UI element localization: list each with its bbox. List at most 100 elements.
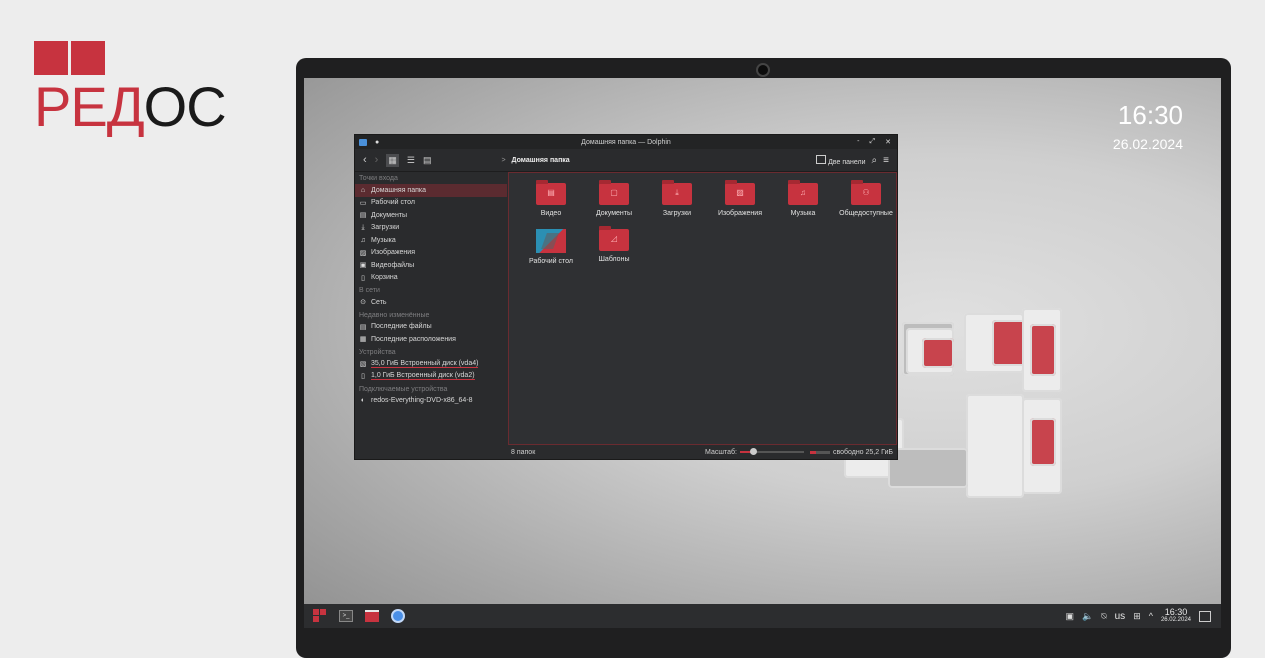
- sidebar-item[interactable]: ▯ Корзина: [355, 272, 507, 285]
- zoom-control[interactable]: Масштаб:: [705, 448, 804, 456]
- file-view[interactable]: ▤ Видео ▢ Документы ⤓ Загрузки ▨ Изображения ♫ Му…: [508, 172, 897, 445]
- folder-item[interactable]: ▤ Видео: [519, 180, 583, 217]
- power-icon[interactable]: ⍉: [1101, 611, 1106, 622]
- disk-usage-bar: [809, 450, 830, 454]
- network-header: В сети: [359, 287, 380, 294]
- sidebar-item-label: Музыка: [371, 236, 396, 244]
- tray-expand-icon[interactable]: ^: [1149, 611, 1153, 621]
- home-icon: ⌂: [360, 186, 366, 194]
- sidebar-item[interactable]: ▧ 35,0 ГиБ Встроенный диск (vda4): [355, 358, 507, 371]
- taskbar-clock[interactable]: 16:30 26.02.2024: [1161, 608, 1191, 624]
- window-titlebar[interactable]: ● Домашняя папка — Dolphin - ⤢ ✕: [355, 135, 897, 149]
- keyboard-layout[interactable]: us: [1115, 611, 1126, 622]
- folder-item[interactable]: ▨ Изображения: [708, 180, 772, 217]
- folder-icon: ⤓: [662, 180, 692, 205]
- folder-item[interactable]: ◿ Шаблоны: [582, 226, 646, 263]
- minimize-button[interactable]: -: [857, 138, 859, 146]
- sidebar-item[interactable]: ▣ Видеофайлы: [355, 259, 507, 272]
- sidebar-item[interactable]: ▯ 1,0 ГиБ Встроенный диск (vda2): [355, 370, 507, 383]
- places-header: Точки входа: [359, 175, 398, 182]
- network-tray-icon[interactable]: ⊞: [1133, 611, 1141, 622]
- folder-label: Документы: [595, 210, 633, 217]
- folder-item[interactable]: ▢ Документы: [582, 180, 646, 217]
- search-button[interactable]: ⌕: [872, 155, 878, 166]
- free-space-label: свободно 25,2 ГиБ: [832, 448, 893, 456]
- redos-menu-icon: [313, 609, 327, 623]
- compact-view-button[interactable]: ☰: [407, 155, 415, 166]
- music-icon: ♫: [360, 236, 366, 244]
- zoom-slider[interactable]: [739, 448, 804, 455]
- back-button[interactable]: ‹: [363, 154, 367, 166]
- sidebar-item-label: Сеть: [371, 298, 387, 306]
- sidebar-item[interactable]: ▤ Документы: [355, 209, 507, 222]
- app-menu-button[interactable]: [310, 606, 330, 626]
- taskbar-dolphin[interactable]: [362, 606, 382, 626]
- folder-label: Шаблоны: [598, 256, 630, 263]
- folder-count: 8 папок: [511, 448, 536, 456]
- folder-icon: [365, 610, 379, 622]
- sidebar-item[interactable]: ▭ Рабочий стол: [355, 197, 507, 210]
- folder-item[interactable]: ⚇ Общедоступные: [834, 180, 898, 217]
- show-desktop-button[interactable]: [1199, 610, 1211, 622]
- volume-icon[interactable]: 🔈: [1082, 611, 1093, 622]
- sidebar-item-label: Загрузки: [371, 224, 400, 232]
- sidebar-item[interactable]: ⊙ Сеть: [355, 296, 507, 309]
- folder-item[interactable]: Рабочий стол: [519, 229, 583, 265]
- breadcrumb-arrow-icon: >: [501, 156, 506, 164]
- logo-wordmark: РЕДОС: [34, 75, 227, 138]
- laptop-frame: 16:30 26.02.2024 ● Домашняя папка — Dolp…: [296, 58, 1231, 658]
- desktop-time: 16:30: [1117, 100, 1183, 130]
- documents-icon: ▤: [359, 212, 367, 220]
- forward-button[interactable]: ›: [375, 154, 379, 166]
- dolphin-window[interactable]: ● Домашняя папка — Dolphin - ⤢ ✕ ‹ › ▦ ☰…: [354, 134, 898, 460]
- sidebar-item[interactable]: ▤ Последние файлы: [355, 321, 507, 334]
- sidebar-item[interactable]: ▦ Последние расположения: [355, 333, 507, 346]
- maximize-button[interactable]: ⤢: [870, 138, 876, 146]
- folder-item[interactable]: ♫ Музыка: [771, 180, 835, 217]
- status-bar: 8 папок Масштаб: свободно 25,2 ГиБ: [508, 445, 897, 459]
- split-view-button[interactable]: Две панели: [816, 154, 866, 166]
- sidebar-item-label: 1,0 ГиБ Встроенный диск (vda2): [371, 372, 475, 381]
- menu-button[interactable]: ≡: [883, 155, 889, 166]
- folder-label: Изображения: [718, 210, 762, 217]
- sidebar-item[interactable]: ◐ redos-Everything-DVD-x86_64-8: [355, 395, 507, 408]
- download-icon: ⤓: [361, 223, 365, 231]
- folder-item[interactable]: ⤓ Загрузки: [645, 180, 709, 217]
- window-title: Домашняя папка — Dolphin: [581, 138, 671, 146]
- sidebar-item-label: Рабочий стол: [371, 199, 415, 207]
- folder-label: Видео: [540, 210, 562, 217]
- desktop-clock: 16:30 26.02.2024: [1113, 100, 1183, 152]
- taskbar-terminal[interactable]: >_: [336, 606, 356, 626]
- folder-emblem-icon: ♫: [800, 188, 806, 197]
- clipboard-icon[interactable]: ▣: [1065, 611, 1074, 622]
- sidebar-item-label: Видеофайлы: [371, 261, 415, 269]
- sidebar-item[interactable]: ♫ Музыка: [355, 234, 507, 247]
- sidebar-item[interactable]: ⤓ Загрузки: [355, 222, 507, 235]
- folder-label: Музыка: [790, 210, 816, 217]
- folder-emblem-icon: ▢: [610, 188, 618, 197]
- images-icon: ▨: [359, 249, 367, 257]
- details-view-button[interactable]: ▤: [423, 155, 432, 166]
- folder-emblem-icon: ⤓: [675, 188, 679, 197]
- folder-icon: ▢: [599, 180, 629, 205]
- folder-icon: ▤: [536, 180, 566, 205]
- icons-view-button[interactable]: ▦: [386, 153, 399, 167]
- zoom-slider-handle[interactable]: [749, 448, 757, 455]
- folder-label: Загрузки: [662, 210, 692, 217]
- sidebar-item-label: Домашняя папка: [371, 186, 427, 194]
- terminal-icon: >_: [339, 610, 353, 622]
- sidebar-item[interactable]: ▨ Изображения: [355, 247, 507, 260]
- folder-emblem-icon: ⚇: [862, 188, 870, 197]
- folder-label: Рабочий стол: [529, 258, 573, 265]
- sidebar-item-label: 35,0 ГиБ Встроенный диск (vda4): [371, 359, 479, 368]
- breadcrumb[interactable]: > Домашняя папка: [501, 157, 569, 164]
- close-button[interactable]: ✕: [885, 138, 891, 146]
- sidebar-item-label: Корзина: [371, 274, 398, 282]
- webcam: [756, 63, 770, 77]
- breadcrumb-home[interactable]: Домашняя папка: [512, 157, 570, 164]
- sidebar-item[interactable]: ⌂ Домашняя папка: [355, 184, 507, 197]
- folder-icon: ♫: [788, 180, 818, 205]
- folder-emblem-icon: ▤: [547, 188, 555, 197]
- taskbar-chromium[interactable]: [388, 606, 408, 626]
- folder-emblem-icon: ◿: [610, 234, 618, 243]
